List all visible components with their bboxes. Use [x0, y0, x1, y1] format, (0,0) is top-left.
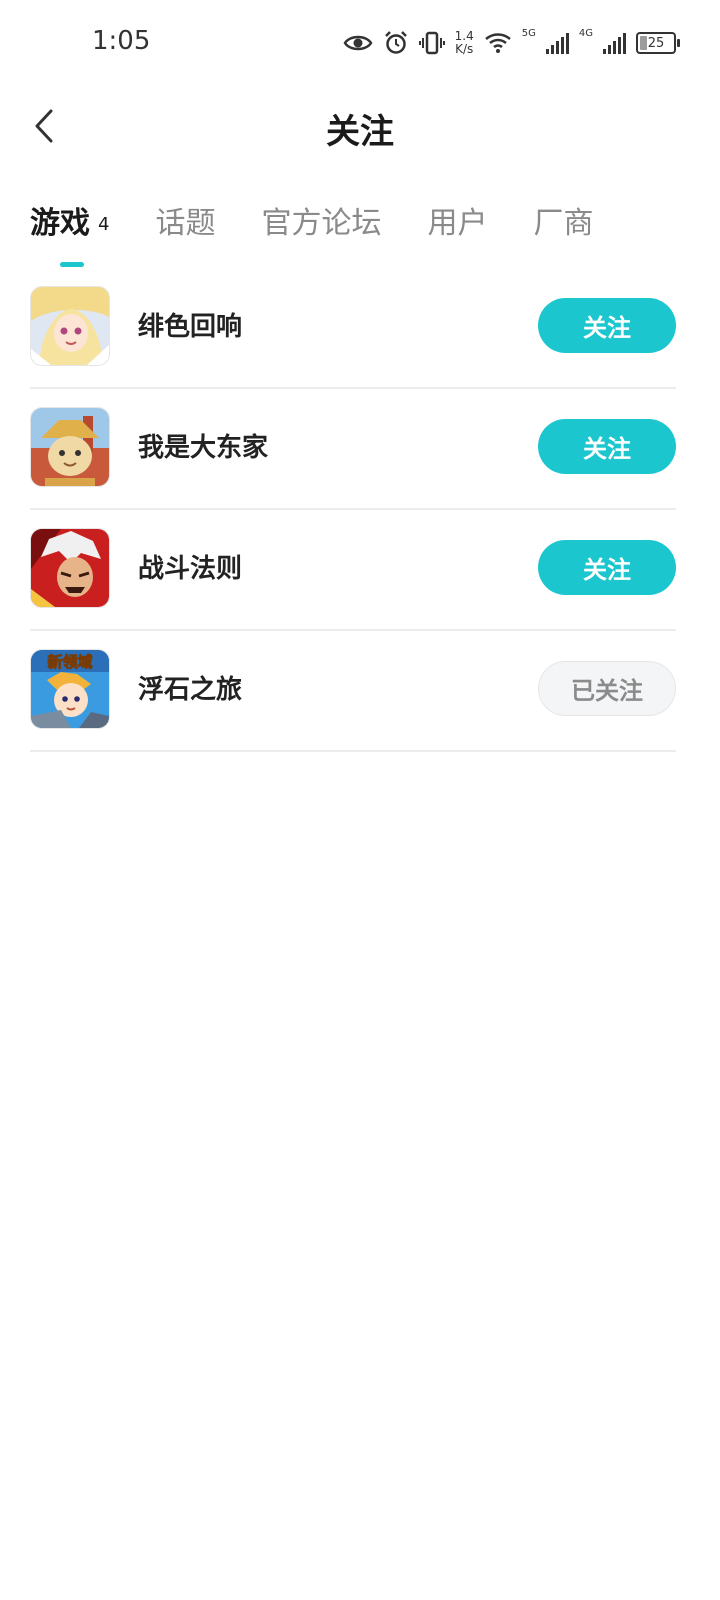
status-time: 1:05: [92, 26, 151, 56]
list-item[interactable]: 绯色回响 关注: [30, 268, 676, 389]
game-icon-text: 新领域: [47, 653, 92, 671]
vibrate-icon: [418, 30, 445, 56]
network-label-4g: 4G: [578, 28, 593, 39]
status-icons: 1.4 K/s 5G 4G 25: [343, 26, 680, 60]
tab-label: 游戏: [30, 206, 90, 241]
game-name: 战斗法则: [138, 554, 243, 584]
eye-icon: [343, 33, 373, 53]
game-icon[interactable]: [30, 407, 110, 487]
game-icon[interactable]: [30, 528, 110, 608]
alarm-icon: [383, 30, 409, 56]
follow-button[interactable]: 关注: [538, 298, 676, 353]
list-item[interactable]: 新领域 浮石之旅 已关注: [30, 631, 676, 752]
status-bar: 1:05 1.4 K/s 5G 4G 25: [0, 0, 720, 88]
tab-topics[interactable]: 话题: [155, 200, 215, 248]
following-button[interactable]: 已关注: [538, 661, 676, 716]
battery-level: 25: [647, 35, 665, 51]
signal-icon: [603, 32, 626, 54]
game-icon[interactable]: [30, 286, 110, 366]
follow-button[interactable]: 关注: [538, 540, 676, 595]
tab-vendors[interactable]: 厂商: [533, 200, 593, 248]
speed-unit: K/s: [455, 42, 474, 56]
network-label-5g: 5G: [521, 28, 536, 39]
signal-icon: [545, 32, 569, 54]
follow-button[interactable]: 关注: [538, 419, 676, 474]
game-icon[interactable]: 新领域: [30, 649, 110, 729]
game-name: 浮石之旅: [138, 675, 243, 705]
game-name: 绯色回响: [138, 312, 243, 342]
tab-users[interactable]: 用户: [427, 200, 487, 248]
tab-games[interactable]: 游戏 4: [30, 200, 110, 267]
tab-bar: 游戏 4 话题 官方论坛 用户 厂商: [30, 200, 690, 270]
list-item[interactable]: 我是大东家 关注: [30, 389, 676, 510]
network-speed: 1.4 K/s: [455, 30, 474, 56]
header: 关注: [0, 88, 720, 164]
tab-label: 厂商: [533, 206, 594, 241]
game-list: 绯色回响 关注 我是大东家 关注 战斗法则 关注 新领域 浮石之旅 已关注: [30, 268, 676, 752]
tab-label: 官方论坛: [261, 206, 382, 241]
tab-label: 话题: [155, 206, 216, 241]
battery-icon: 25: [636, 32, 680, 54]
tab-count: 4: [98, 213, 110, 235]
tab-indicator: [60, 262, 84, 267]
wifi-icon: [484, 32, 512, 54]
page-title: 关注: [326, 112, 394, 152]
tab-official-forum[interactable]: 官方论坛: [261, 200, 381, 248]
list-item[interactable]: 战斗法则 关注: [30, 510, 676, 631]
game-name: 我是大东家: [138, 433, 269, 463]
tab-label: 用户: [427, 206, 488, 241]
